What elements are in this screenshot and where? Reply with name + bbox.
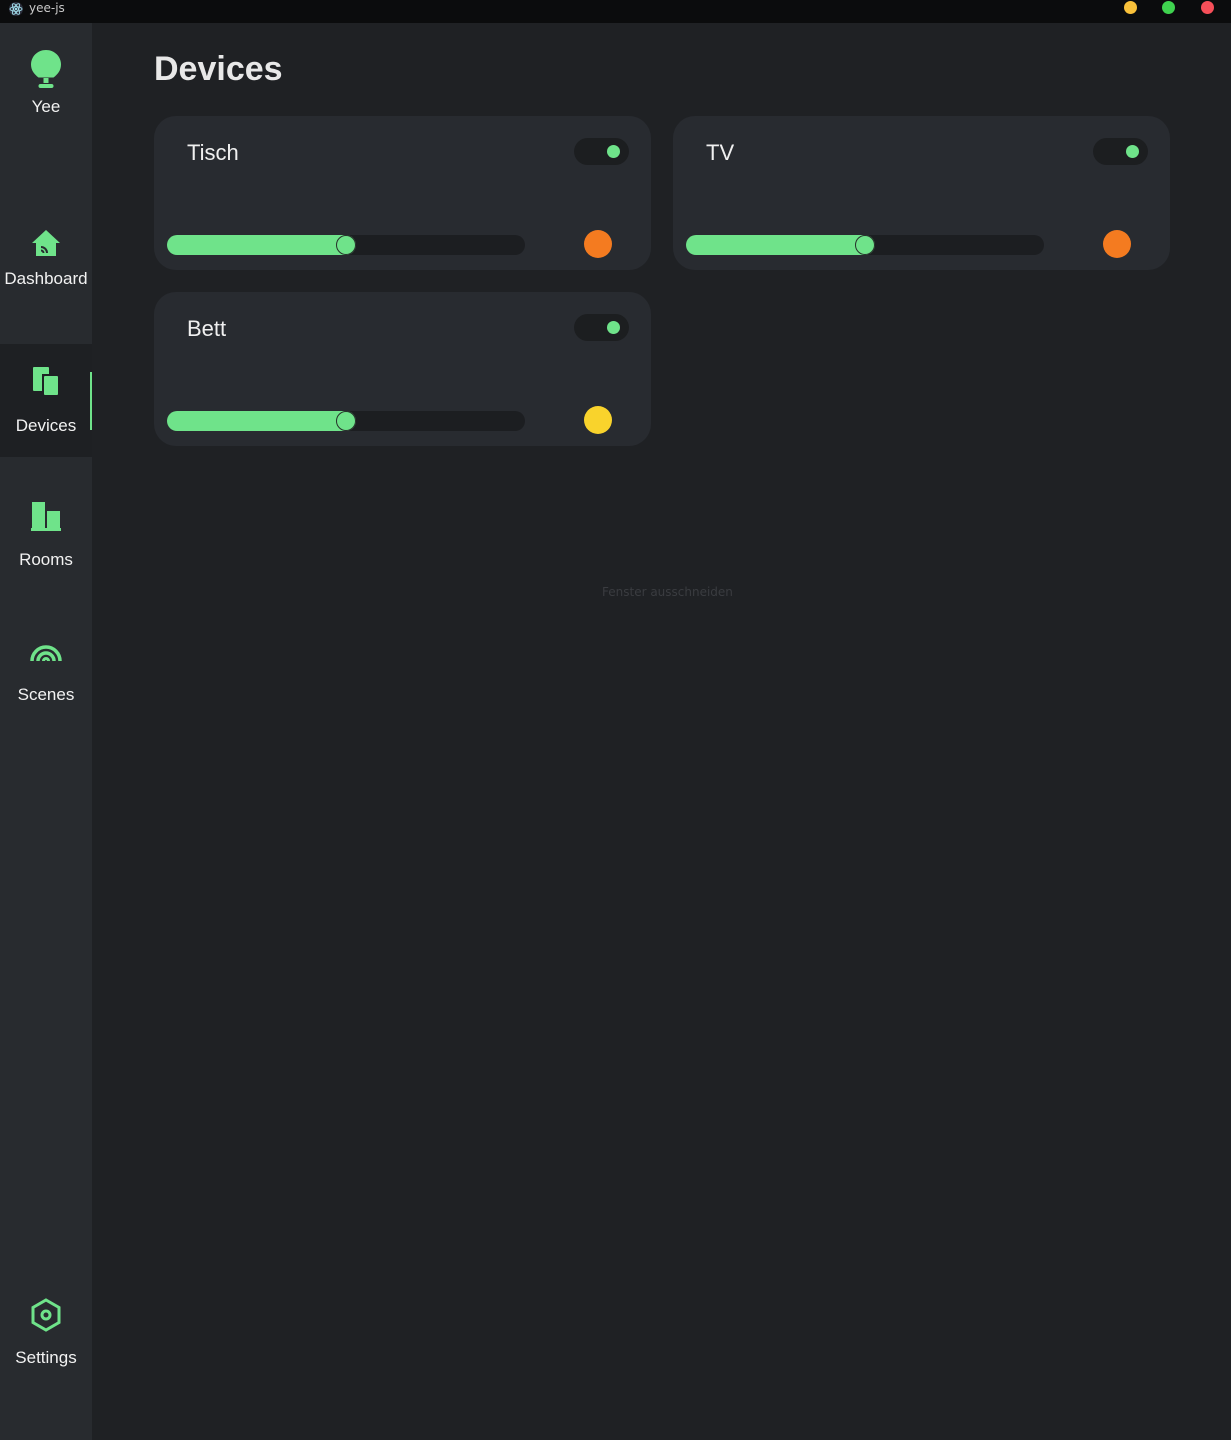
device-card: TV <box>673 116 1170 270</box>
toggle-knob <box>607 145 620 158</box>
sidebar-item-label: Rooms <box>19 550 73 569</box>
device-name: Bett <box>187 316 227 341</box>
scenes-icon <box>30 645 62 662</box>
devices-icon <box>33 367 59 397</box>
color-picker-button[interactable] <box>584 406 612 434</box>
minimize-button[interactable] <box>1124 1 1137 14</box>
brightness-slider[interactable] <box>686 235 1044 255</box>
sidebar-item-dashboard[interactable]: Dashboard <box>0 203 92 316</box>
sidebar-item-devices[interactable]: Devices <box>0 344 92 457</box>
slider-thumb[interactable] <box>336 235 356 255</box>
home-icon <box>32 230 60 256</box>
power-toggle[interactable] <box>1093 138 1148 165</box>
toggle-knob <box>607 321 620 334</box>
power-toggle[interactable] <box>574 314 629 341</box>
slider-thumb[interactable] <box>855 235 875 255</box>
device-card: Tisch <box>154 116 651 270</box>
electron-app-icon <box>9 2 23 16</box>
sidebar: Yee Dashboard Devices Rooms Scenes Setti… <box>0 23 92 1440</box>
brand-label: Yee <box>31 97 61 116</box>
power-toggle[interactable] <box>574 138 629 165</box>
sidebar-item-label: Devices <box>15 416 77 435</box>
lightbulb-icon <box>31 50 61 88</box>
overlay-hint-text: Fenster ausschneiden <box>602 585 733 599</box>
device-name: Tisch <box>187 140 239 165</box>
brightness-slider[interactable] <box>167 411 525 431</box>
toggle-knob <box>1126 145 1139 158</box>
device-name: TV <box>706 140 735 165</box>
slider-fill <box>167 411 356 431</box>
sidebar-item-rooms[interactable]: Rooms <box>0 478 92 591</box>
sidebar-item-settings[interactable]: Settings <box>0 1276 92 1389</box>
rooms-icon <box>31 502 61 531</box>
brightness-slider[interactable] <box>167 235 525 255</box>
maximize-button[interactable] <box>1162 1 1175 14</box>
settings-icon <box>31 1298 61 1332</box>
page-title: Devices <box>154 50 283 88</box>
sidebar-item-scenes[interactable]: Scenes <box>0 613 92 726</box>
brand[interactable]: Yee <box>0 49 92 117</box>
title-bar: yee-js <box>0 0 1231 23</box>
sidebar-item-label: Scenes <box>17 685 75 704</box>
device-card: Bett <box>154 292 651 446</box>
sidebar-item-label: Dashboard <box>4 269 88 288</box>
slider-fill <box>686 235 875 255</box>
main-content: Devices Tisch TV Bett Fenster ausschneid… <box>92 23 1231 1440</box>
window-title: yee-js <box>29 1 65 15</box>
slider-thumb[interactable] <box>336 411 356 431</box>
slider-fill <box>167 235 356 255</box>
color-picker-button[interactable] <box>584 230 612 258</box>
sidebar-item-label: Settings <box>15 1348 77 1367</box>
close-button[interactable] <box>1201 1 1214 14</box>
color-picker-button[interactable] <box>1103 230 1131 258</box>
